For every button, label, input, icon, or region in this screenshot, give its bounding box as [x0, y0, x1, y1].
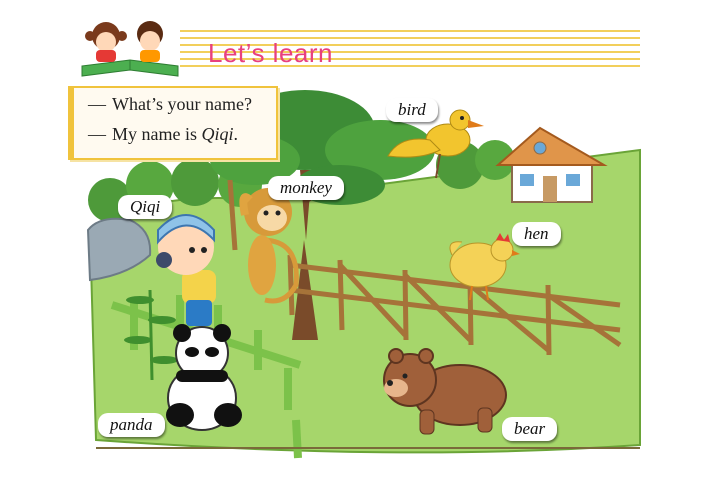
- section-title: Let’s learn: [208, 38, 333, 68]
- reading-kids-icon: [81, 21, 179, 77]
- dialog-box: — What’s your name? — My name is Qiqi.: [68, 86, 278, 160]
- dialog-question: What’s your name?: [112, 94, 252, 114]
- lesson-header: Let’s learn: [0, 0, 720, 80]
- label-bird: bird: [386, 98, 438, 122]
- dialog-line-1: — What’s your name?: [88, 94, 252, 114]
- label-panda: panda: [98, 413, 165, 437]
- label-monkey: monkey: [268, 176, 344, 200]
- label-qiqi: Qiqi: [118, 195, 173, 219]
- dialog-line-2: — My name is Qiqi.: [88, 124, 239, 144]
- house: [495, 126, 608, 203]
- label-bear: bear: [502, 417, 558, 441]
- dialog-answer-name: Qiqi: [201, 124, 234, 144]
- dialog-answer-period: .: [233, 124, 239, 144]
- dialog-answer: My name is: [112, 124, 202, 144]
- label-hen: hen: [512, 222, 561, 246]
